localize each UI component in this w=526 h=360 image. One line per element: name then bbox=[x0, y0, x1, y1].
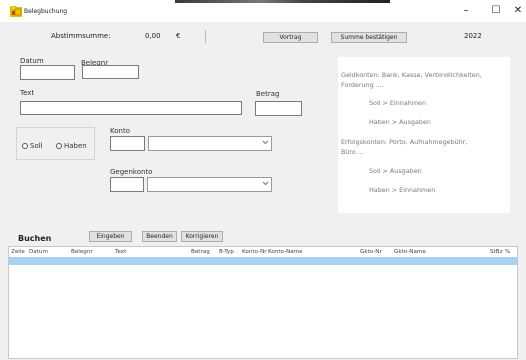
currency-symbol: € bbox=[176, 32, 181, 40]
contra-account-number-field[interactable] bbox=[110, 177, 144, 192]
info-credit-expense: Haben > Ausgaben bbox=[369, 118, 431, 126]
column-header[interactable]: Konto-Name bbox=[268, 249, 303, 255]
sum-label: Abstimmsumme: bbox=[51, 32, 111, 40]
enter-button[interactable]: Eingeben bbox=[89, 231, 132, 242]
table-row[interactable] bbox=[9, 257, 517, 265]
window-title: Belegbuchung bbox=[24, 8, 68, 15]
booking-window: Belegbuchung – ☐ ✕ Abstimmsumme: 0,00 € … bbox=[0, 0, 526, 360]
info-credit-income: Haben > Einnahmen bbox=[369, 186, 436, 194]
column-header[interactable]: Text bbox=[115, 249, 126, 255]
text-field[interactable] bbox=[20, 101, 242, 115]
close-button[interactable]: ✕ bbox=[508, 4, 526, 18]
info-result-accounts-cont: Büro ... bbox=[341, 148, 364, 156]
column-header[interactable]: Betrag bbox=[191, 249, 210, 255]
title-decoration bbox=[175, 0, 390, 3]
column-header[interactable]: Datum bbox=[29, 249, 48, 255]
credit-label: Haben bbox=[64, 142, 87, 150]
finish-button[interactable]: Beenden bbox=[142, 231, 177, 242]
account-number-field[interactable] bbox=[110, 136, 145, 151]
info-result-accounts: Erfolgskonten: Porto, Aufnahmegebühr, bbox=[341, 138, 468, 146]
contra-account-select[interactable] bbox=[147, 177, 272, 192]
column-header[interactable]: Gkto-Name bbox=[394, 249, 426, 255]
column-header[interactable]: B-Typ bbox=[219, 249, 234, 255]
info-money-accounts: Geldkonten: Bank, Kasse, Verbindlichkeit… bbox=[341, 71, 482, 79]
text-label: Text bbox=[20, 89, 35, 97]
date-label: Datum bbox=[20, 57, 44, 65]
column-header[interactable]: Gkto-Nr bbox=[360, 249, 382, 255]
column-header[interactable]: Zeile bbox=[11, 249, 25, 255]
summary-bar: Abstimmsumme: 0,00 € Vortrag Summe bestä… bbox=[0, 28, 526, 44]
column-header[interactable]: Konto-Nr bbox=[242, 249, 267, 255]
info-money-accounts-cont: Forderung .... bbox=[341, 81, 384, 89]
correct-button[interactable]: Korrigieren bbox=[181, 231, 223, 242]
receipt-no-field[interactable] bbox=[82, 65, 139, 79]
account-info-panel: Geldkonten: Bank, Kasse, Verbindlichkeit… bbox=[338, 57, 510, 213]
year-label: 2022 bbox=[464, 32, 482, 40]
carryover-button[interactable]: Vortrag bbox=[263, 32, 318, 43]
info-debit-expense: Soll > Ausgaben bbox=[369, 167, 422, 175]
contra-account-label: Gegenkonto bbox=[110, 168, 153, 176]
debit-label: Soll bbox=[30, 142, 43, 150]
sum-value: 0,00 bbox=[145, 32, 161, 40]
minimize-button[interactable]: – bbox=[456, 4, 476, 18]
separator bbox=[205, 30, 206, 43]
debit-radio[interactable] bbox=[22, 143, 28, 149]
title-bar: Belegbuchung – ☐ ✕ bbox=[0, 0, 526, 22]
maximize-button[interactable]: ☐ bbox=[486, 4, 506, 18]
column-header[interactable]: Belegnr bbox=[71, 249, 93, 255]
chevron-down-icon bbox=[262, 181, 269, 186]
confirm-sum-button[interactable]: Summe bestätigen bbox=[331, 32, 407, 43]
column-header[interactable]: StBz bbox=[490, 249, 503, 255]
table-header: Zeile Datum Belegnr Text Betrag B-Typ Ko… bbox=[9, 247, 517, 257]
amount-field[interactable] bbox=[255, 101, 302, 116]
account-select[interactable] bbox=[148, 136, 272, 151]
booking-section-title: Buchen bbox=[18, 234, 52, 243]
credit-radio[interactable] bbox=[56, 143, 62, 149]
amount-label: Betrag bbox=[256, 90, 280, 98]
date-field[interactable] bbox=[20, 65, 75, 80]
chevron-down-icon bbox=[262, 140, 269, 145]
bookings-table[interactable]: Zeile Datum Belegnr Text Betrag B-Typ Ko… bbox=[8, 246, 518, 359]
column-header[interactable]: % bbox=[505, 249, 510, 255]
info-debit-income: Soll > Einnahmen bbox=[369, 99, 427, 107]
account-label: Konto bbox=[110, 127, 130, 135]
app-icon bbox=[10, 6, 22, 17]
